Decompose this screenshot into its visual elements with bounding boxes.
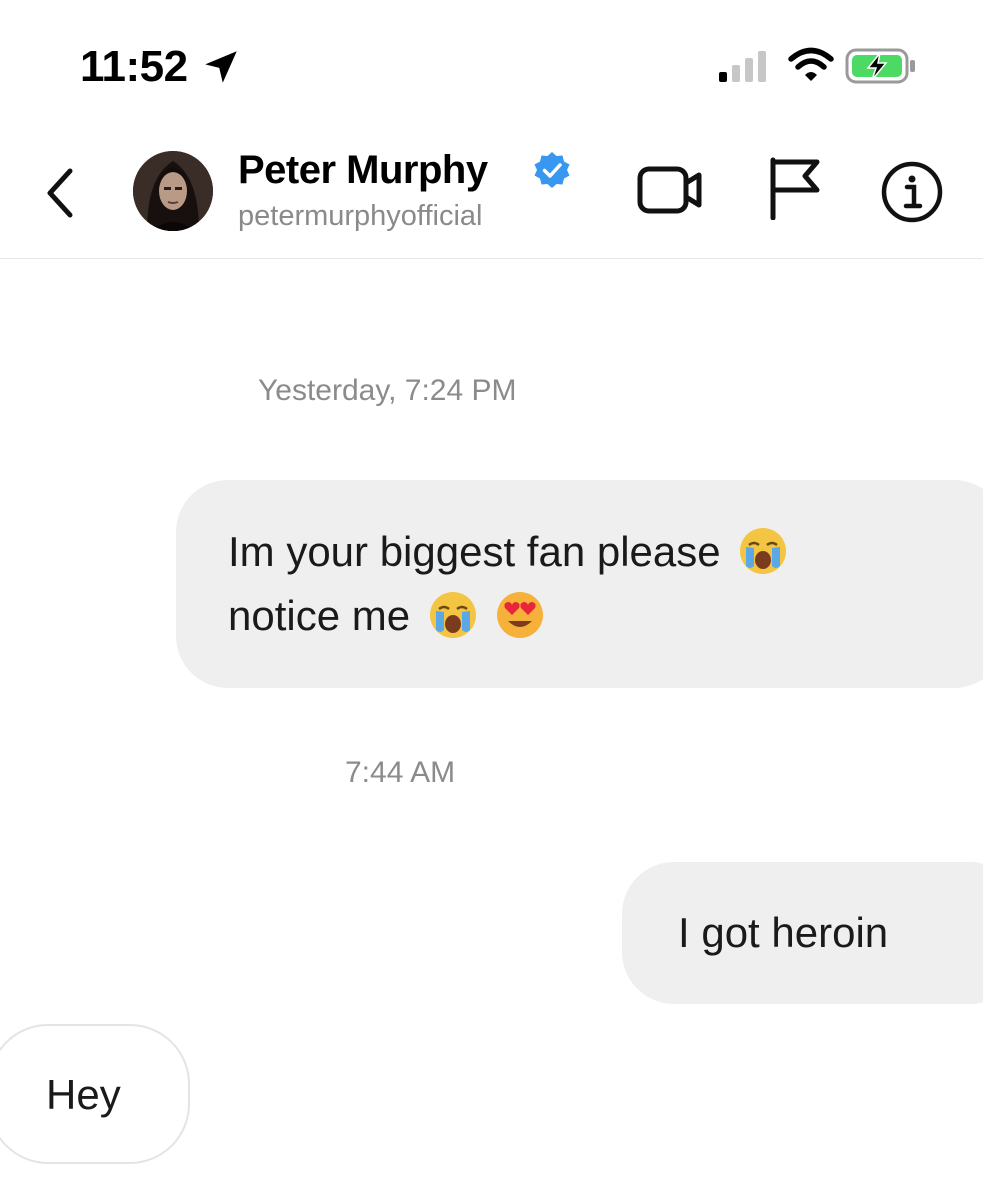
info-icon[interactable] [880,160,944,224]
message-line: Im your biggest fan please [228,520,966,584]
message-text: I got heroin [678,909,889,956]
heart-eyes-emoji-icon [497,592,544,638]
contact-name[interactable]: Peter Murphy [238,148,488,193]
avatar[interactable] [133,151,213,231]
contact-handle: petermurphyofficial [238,200,483,232]
status-time: 11:52 [80,42,188,91]
wifi-icon [788,47,834,81]
loudly-crying-emoji-icon [740,528,787,574]
timestamp: 7:44 AM [345,756,456,789]
avatar-portrait-icon [133,151,213,231]
timestamp: Yesterday, 7:24 PM [258,374,517,407]
location-arrow-icon [205,51,237,83]
video-call-icon[interactable] [636,163,704,217]
cellular-signal-icon [719,51,766,82]
back-chevron-icon[interactable] [40,165,80,221]
status-bar: 11:52 [0,0,983,130]
message-bubble[interactable]: Hey [0,1024,190,1164]
flag-icon[interactable] [763,156,823,220]
chat-header: Peter Murphy petermurphyofficial [0,130,983,259]
message-line: notice me [228,584,966,648]
loudly-crying-emoji-icon [429,592,476,638]
battery-charging-icon [845,48,915,84]
message-bubble[interactable]: Im your biggest fan please notice me [176,480,983,688]
verified-badge-icon [534,152,570,188]
message-bubble[interactable]: I got heroin [622,862,983,1004]
message-text: Hey [46,1071,121,1118]
